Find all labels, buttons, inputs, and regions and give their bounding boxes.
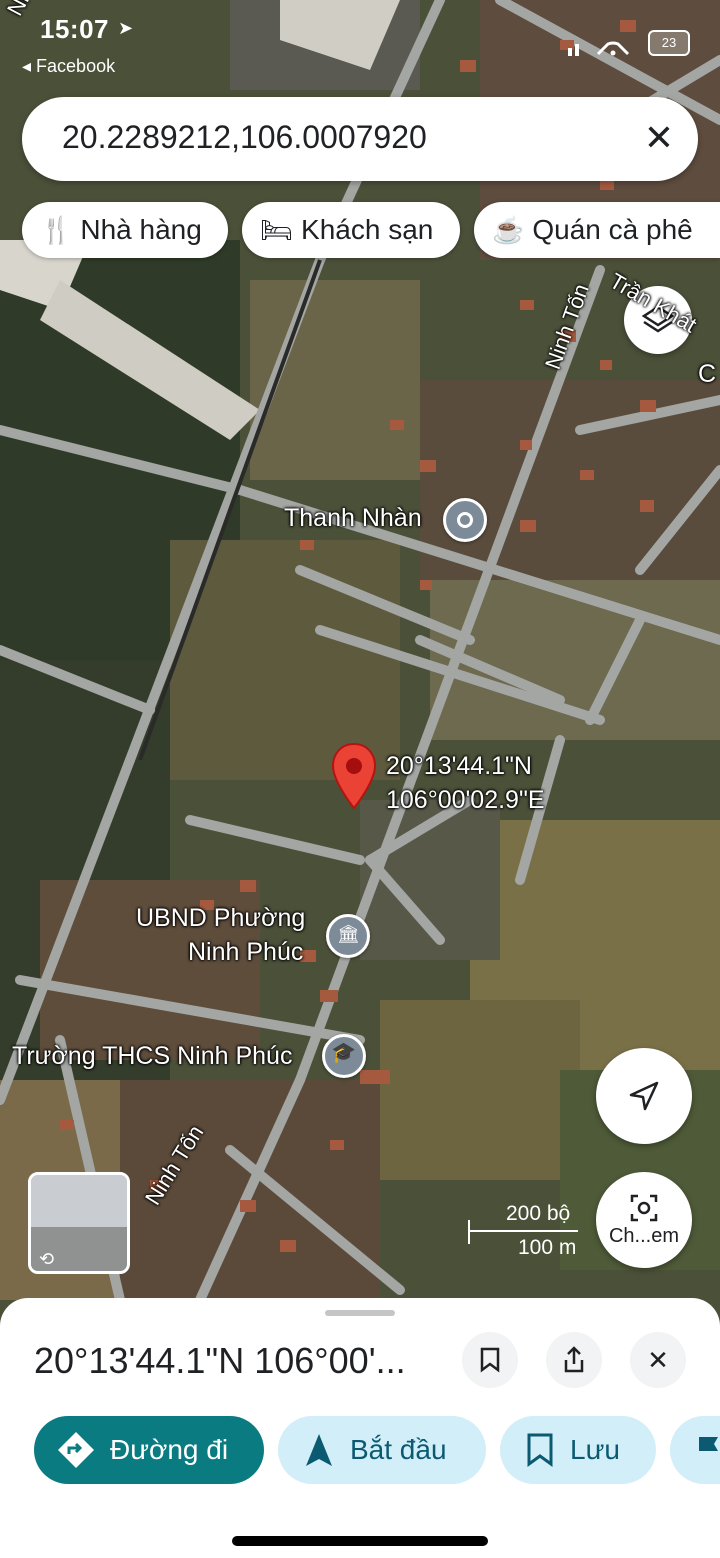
search-image-label: Ch...em bbox=[608, 1224, 680, 1247]
place-bottom-sheet[interactable]: 20°13'44.1"N 106°00'... ✕ Đường đi Bắt đ… bbox=[0, 1298, 720, 1558]
share-button[interactable] bbox=[546, 1332, 602, 1388]
chip-hotels[interactable]: 🛏 Khách sạn bbox=[242, 202, 460, 258]
search-with-camera-button[interactable]: Ch...em bbox=[596, 1172, 692, 1268]
status-bar: 15:07 ➤ ◂ Facebook 23 bbox=[0, 0, 720, 80]
school-icon[interactable]: 🎓 bbox=[322, 1034, 366, 1078]
pin-coordinates-lat: 20°13'44.1"N bbox=[386, 752, 532, 780]
chip-coffee[interactable]: ☕ Quán cà phê bbox=[474, 202, 720, 258]
camera-search-icon bbox=[630, 1194, 658, 1221]
start-label: Bắt đầu bbox=[350, 1434, 447, 1465]
close-sheet-button[interactable]: ✕ bbox=[630, 1332, 686, 1388]
more-actions-button[interactable] bbox=[670, 1416, 720, 1484]
close-icon: ✕ bbox=[647, 1344, 669, 1375]
rotate-360-icon: ⟲ bbox=[39, 1249, 55, 1269]
save-button[interactable]: Lưu bbox=[500, 1416, 656, 1484]
clear-search-icon[interactable]: ✕ bbox=[644, 117, 674, 159]
red-location-pin-icon[interactable] bbox=[330, 742, 378, 810]
save-bookmark-button[interactable] bbox=[462, 1332, 518, 1388]
scale-feet: 200 bộ bbox=[506, 1202, 571, 1225]
start-navigation-button[interactable]: Bắt đầu bbox=[278, 1416, 486, 1484]
drag-handle[interactable] bbox=[325, 1310, 395, 1316]
chip-label: Nhà hàng bbox=[80, 214, 202, 245]
poi-pin-icon[interactable] bbox=[443, 498, 487, 542]
navigation-icon bbox=[306, 1434, 332, 1466]
signal-icon bbox=[568, 41, 630, 56]
street-view-thumbnail[interactable]: ⟲ bbox=[28, 1172, 130, 1274]
government-building-icon[interactable]: 🏛 bbox=[326, 914, 370, 958]
poi-label-school[interactable]: Trường THCS Ninh Phúc bbox=[12, 1042, 292, 1071]
place-title: 20°13'44.1"N 106°00'... bbox=[34, 1340, 406, 1381]
hotel-icon: 🛏 bbox=[260, 214, 294, 245]
coffee-icon: ☕ bbox=[492, 214, 525, 245]
location-arrow-icon: ➤ bbox=[118, 18, 134, 38]
directions-label: Đường đi bbox=[110, 1434, 229, 1465]
poi-label-ubnd-line2[interactable]: Ninh Phúc bbox=[188, 938, 303, 967]
map-label-c: C bbox=[698, 360, 717, 388]
navigation-arrow-icon bbox=[629, 1081, 659, 1111]
flag-icon bbox=[699, 1437, 718, 1464]
battery-indicator: 23 bbox=[648, 30, 690, 56]
directions-button[interactable]: Đường đi bbox=[34, 1416, 264, 1484]
chip-label: Khách sạn bbox=[301, 214, 434, 245]
back-to-app-link[interactable]: ◂ Facebook bbox=[22, 56, 115, 77]
restaurant-icon: 🍴 bbox=[40, 214, 73, 245]
my-location-button[interactable] bbox=[596, 1048, 692, 1144]
pin-coordinates-lng: 106°00'02.9"E bbox=[386, 786, 545, 814]
home-indicator bbox=[232, 1536, 488, 1546]
bookmark-icon bbox=[480, 1347, 500, 1373]
poi-label-thanh-nhan[interactable]: Thanh Nhàn bbox=[284, 504, 422, 533]
chip-label: Quán cà phê bbox=[532, 214, 693, 245]
search-query[interactable]: 20.2289212,106.0007920 bbox=[62, 119, 427, 156]
save-label: Lưu bbox=[570, 1434, 620, 1465]
search-bar[interactable]: 20.2289212,106.0007920 ✕ bbox=[22, 97, 698, 181]
scale-meters: 100 m bbox=[518, 1236, 577, 1259]
status-time: 15:07 bbox=[40, 14, 109, 44]
map-scale: 200 bộ 100 m bbox=[466, 1202, 586, 1262]
chip-restaurants[interactable]: 🍴 Nhà hàng bbox=[22, 202, 228, 258]
poi-label-ubnd[interactable]: UBND Phường bbox=[136, 904, 305, 933]
share-icon bbox=[564, 1346, 584, 1373]
bookmark-outline-icon bbox=[527, 1433, 553, 1467]
directions-icon bbox=[58, 1432, 94, 1468]
